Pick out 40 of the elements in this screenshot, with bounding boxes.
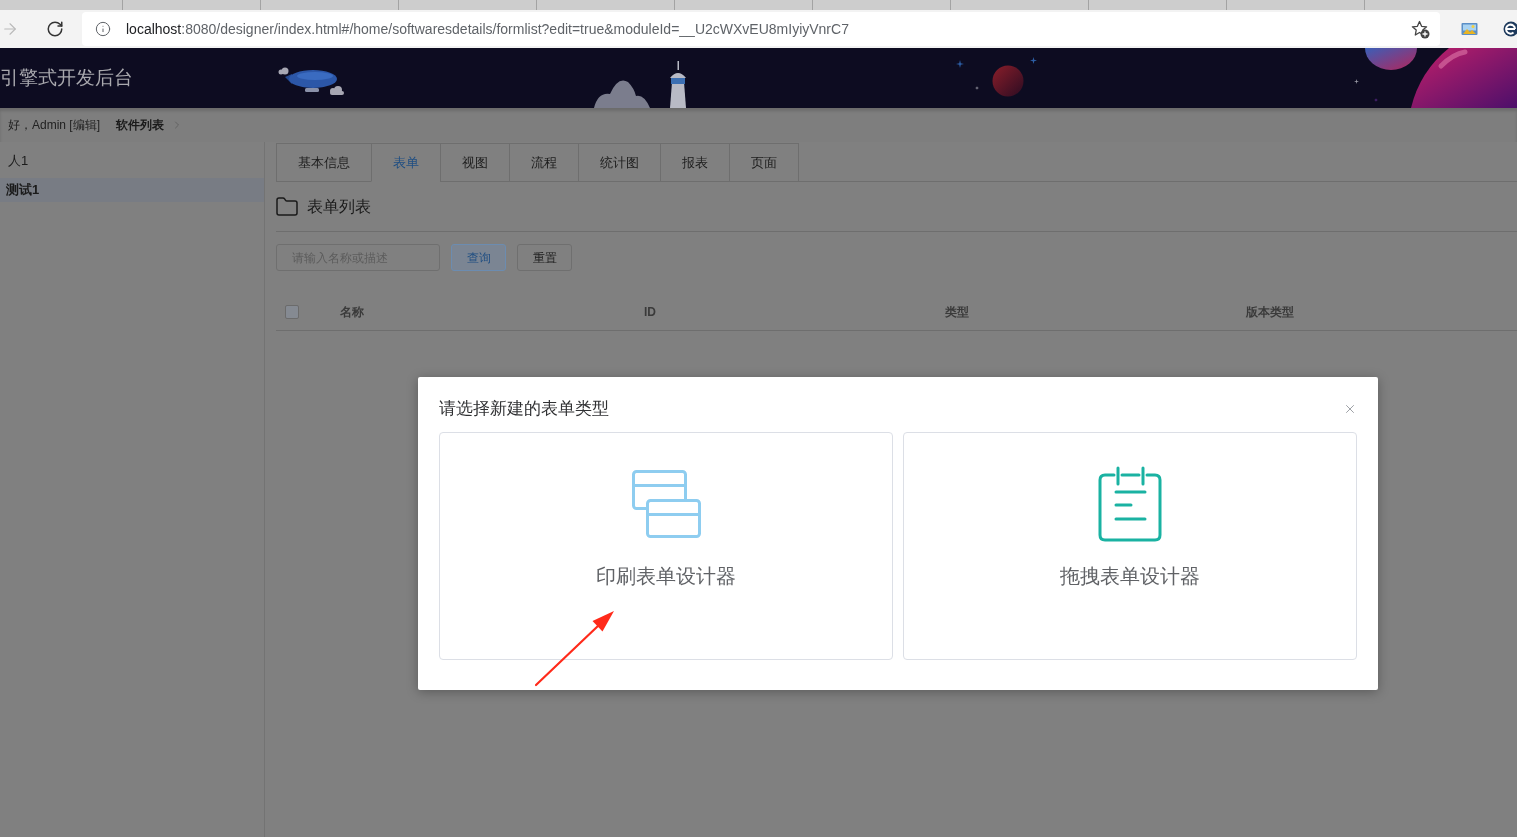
option-card[interactable]: 拖拽表单设计器 [903,432,1357,660]
tab[interactable]: 基本信息 [276,143,371,182]
tree-item[interactable]: 测试1 [0,178,264,202]
folder-icon [275,194,299,219]
option-card[interactable]: 印刷表单设计器 [439,432,893,660]
bookmark-star-icon[interactable] [1411,19,1430,39]
search-button[interactable]: 查询 [451,244,506,271]
tab[interactable]: 统计图 [578,143,660,182]
address-field[interactable]: localhost:8080/designer/index.html#/home/softwaresdetails/formlist?edit=true&moduleId=__U2cWXvEU8mIyiyVnrC7 [82,12,1440,46]
tab[interactable]: 页面 [729,143,799,182]
star-icon [956,60,964,68]
clipboard-icon [1098,466,1162,542]
planet-icon [992,65,1024,97]
column-header: 版本类型 [1246,303,1294,321]
star-icon [1354,79,1359,84]
reload-icon[interactable] [46,20,64,38]
tab[interactable]: 视图 [440,143,509,182]
airship-drawing [277,66,345,96]
breadcrumb-link[interactable]: 软件列表 [116,116,164,134]
column-header: ID [644,303,656,321]
stacked-windows-icon [631,470,701,538]
tree-item[interactable]: 人1 [0,150,264,172]
search-button[interactable]: 重置 [517,244,572,271]
tab[interactable]: 流程 [509,143,578,182]
app-title: 引擎式开发后台 [0,65,133,90]
planet-icon [1364,48,1418,70]
tab[interactable]: 报表 [660,143,729,182]
tab[interactable]: 表单 [371,143,440,182]
star-icon [1030,57,1037,64]
url-text: localhost:8080/designer/index.html#/home/softwaresdetails/formlist?edit=true&moduleId=__U2cWXvEU8mIyiyVnrC7 [126,19,849,39]
close-icon[interactable] [1343,402,1357,416]
info-icon[interactable] [95,21,111,37]
select-all-checkbox[interactable] [285,304,299,319]
round-logo-icon[interactable] [1503,21,1517,37]
column-header: 类型 [945,303,969,321]
section-title: 表单列表 [307,196,371,217]
dialog-title: 请选择新建的表单类型 [439,398,609,420]
column-header: 名称 [340,303,364,321]
greeting-text: 好，Admin [编辑] [7,117,100,134]
picture-icon[interactable] [1461,21,1478,37]
